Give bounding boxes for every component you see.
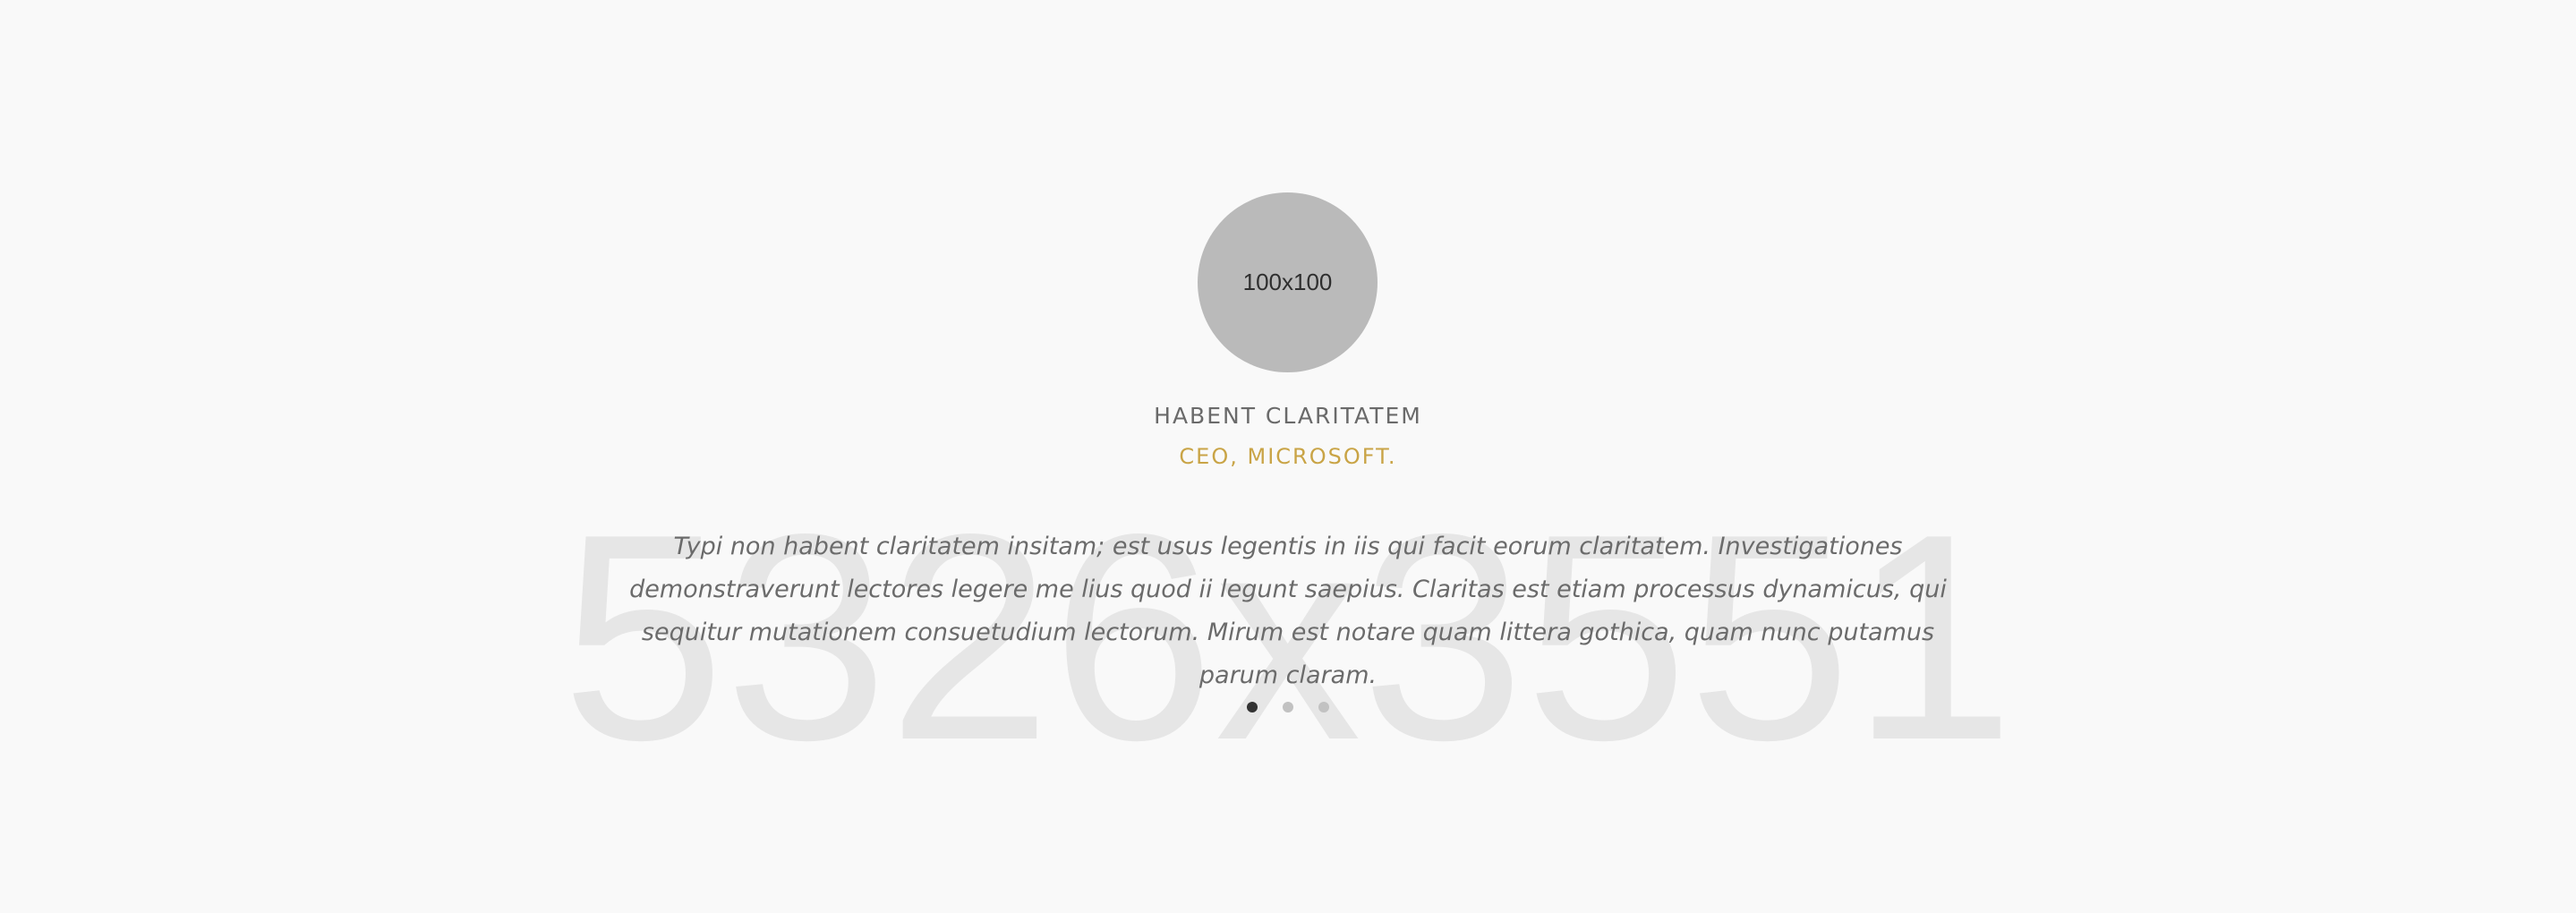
carousel-dot-3[interactable] [1318, 702, 1329, 712]
avatar-placeholder-label: 100x100 [1242, 269, 1333, 295]
avatar: 100x100 [1198, 192, 1378, 372]
carousel-pagination [0, 702, 2576, 712]
testimonial-name: HABENT CLARITATEM [1154, 403, 1422, 429]
testimonial-section: 5326x3551 100x100 HABENT CLARITATEM CEO,… [0, 0, 2576, 913]
testimonial-role: CEO, MICROSOFT. [1179, 444, 1397, 469]
carousel-dot-1[interactable] [1247, 702, 1258, 712]
testimonial-quote: Typi non habent claritatem insitam; est … [629, 533, 1947, 689]
carousel-dot-2[interactable] [1283, 702, 1293, 712]
